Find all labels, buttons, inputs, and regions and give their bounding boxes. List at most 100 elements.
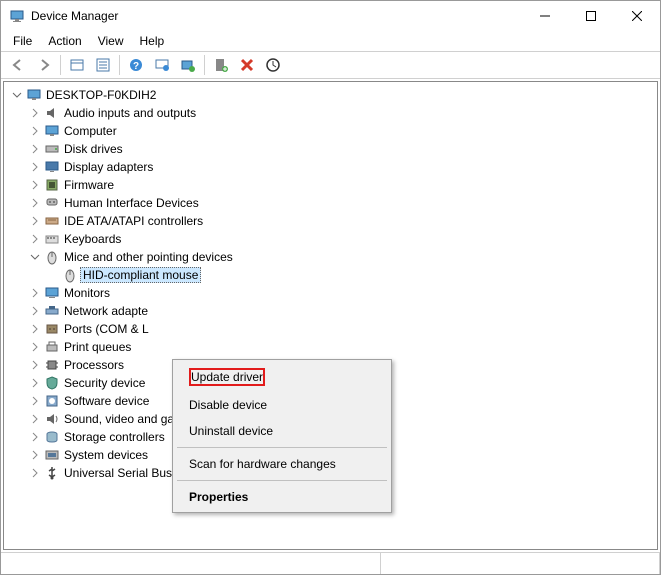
context-scan-hardware[interactable]: Scan for hardware changes — [175, 451, 389, 477]
system-icon — [44, 447, 60, 463]
tree-node[interactable]: Audio inputs and outputs — [6, 104, 655, 122]
expander-icon[interactable] — [28, 214, 42, 228]
expander-icon[interactable] — [28, 412, 42, 426]
scan-hardware-button[interactable] — [261, 53, 285, 77]
expander-icon[interactable] — [28, 340, 42, 354]
tree-leaf[interactable]: HID-compliant mouse — [6, 266, 655, 284]
tree-node-label: Processors — [62, 358, 126, 372]
expander-icon[interactable] — [28, 232, 42, 246]
ports-icon — [44, 321, 60, 337]
add-hardware-button[interactable] — [209, 53, 233, 77]
minimize-button[interactable] — [522, 1, 568, 31]
printer-icon — [44, 339, 60, 355]
expander-icon[interactable] — [28, 448, 42, 462]
expander-icon[interactable] — [28, 430, 42, 444]
tree-leaf-label: HID-compliant mouse — [80, 267, 201, 283]
highlight-box: Update driver — [189, 368, 265, 386]
expander-icon[interactable] — [28, 142, 42, 156]
expander-icon[interactable] — [28, 196, 42, 210]
show-hidden-button[interactable] — [65, 53, 89, 77]
context-properties[interactable]: Properties — [175, 484, 389, 510]
firmware-icon — [44, 177, 60, 193]
action-center-button[interactable] — [150, 53, 174, 77]
tree-node-label: Storage controllers — [62, 430, 167, 444]
tree-node-label: Disk drives — [62, 142, 125, 156]
app-icon — [9, 8, 25, 24]
tree-node-label: Audio inputs and outputs — [62, 106, 198, 120]
tree-node[interactable]: IDE ATA/ATAPI controllers — [6, 212, 655, 230]
device-manager-window: Device Manager File Action View Help ? D… — [0, 0, 661, 575]
window-controls — [522, 1, 660, 31]
properties-button[interactable] — [91, 53, 115, 77]
maximize-button[interactable] — [568, 1, 614, 31]
tree-node[interactable]: Computer — [6, 122, 655, 140]
help-button[interactable]: ? — [124, 53, 148, 77]
titlebar[interactable]: Device Manager — [1, 1, 660, 31]
uninstall-button[interactable] — [235, 53, 259, 77]
context-separator — [177, 480, 387, 481]
hid-icon — [44, 195, 60, 211]
context-disable-device[interactable]: Disable device — [175, 392, 389, 418]
statusbar — [1, 552, 660, 574]
expander-icon[interactable] — [28, 178, 42, 192]
expander-icon[interactable] — [28, 466, 42, 480]
tree-node[interactable]: Mice and other pointing devices — [6, 248, 655, 266]
expander-icon[interactable] — [28, 376, 42, 390]
menu-help[interactable]: Help — [132, 32, 173, 50]
forward-button[interactable] — [32, 53, 56, 77]
expander-icon[interactable] — [28, 250, 42, 264]
tree-root-label: DESKTOP-F0KDIH2 — [44, 88, 158, 102]
expander-icon[interactable] — [28, 358, 42, 372]
tree-node-label: Ports (COM & L — [62, 322, 151, 336]
cpu-icon — [44, 357, 60, 373]
tree-node-label: System devices — [62, 448, 150, 462]
mouse-icon — [62, 267, 78, 283]
update-driver-button[interactable] — [176, 53, 200, 77]
toolbar-separator — [119, 55, 120, 75]
expander-icon[interactable] — [28, 394, 42, 408]
menu-action[interactable]: Action — [40, 32, 89, 50]
tree-node[interactable]: Keyboards — [6, 230, 655, 248]
tree-node[interactable]: Display adapters — [6, 158, 655, 176]
tree-node[interactable]: Print queues — [6, 338, 655, 356]
tree-node[interactable]: Network adapte — [6, 302, 655, 320]
toolbar-separator — [60, 55, 61, 75]
window-title: Device Manager — [31, 9, 522, 23]
network-icon — [44, 303, 60, 319]
tree-node[interactable]: Monitors — [6, 284, 655, 302]
tree-node-label: Firmware — [62, 178, 116, 192]
tree-node[interactable]: Disk drives — [6, 140, 655, 158]
context-uninstall-device[interactable]: Uninstall device — [175, 418, 389, 444]
tree-node-label: Monitors — [62, 286, 112, 300]
context-separator — [177, 447, 387, 448]
sound-icon — [44, 411, 60, 427]
keyboard-icon — [44, 231, 60, 247]
tree-node-label: Mice and other pointing devices — [62, 250, 235, 264]
tree-node-label: Software device — [62, 394, 151, 408]
security-icon — [44, 375, 60, 391]
context-update-driver[interactable]: Update driver — [175, 362, 389, 392]
expander-icon[interactable] — [10, 88, 24, 102]
close-button[interactable] — [614, 1, 660, 31]
mouse-icon — [44, 249, 60, 265]
expander-icon[interactable] — [28, 124, 42, 138]
menu-file[interactable]: File — [5, 32, 40, 50]
expander-icon[interactable] — [28, 106, 42, 120]
device-tree[interactable]: DESKTOP-F0KDIH2 Audio inputs and outputs… — [3, 81, 658, 550]
computer-icon — [44, 123, 60, 139]
menu-view[interactable]: View — [90, 32, 132, 50]
tree-root[interactable]: DESKTOP-F0KDIH2 — [6, 86, 655, 104]
back-button[interactable] — [6, 53, 30, 77]
ide-icon — [44, 213, 60, 229]
expander-icon[interactable] — [28, 286, 42, 300]
expander-icon[interactable] — [28, 322, 42, 336]
computer-icon — [26, 87, 42, 103]
display-icon — [44, 159, 60, 175]
tree-node[interactable]: Firmware — [6, 176, 655, 194]
expander-icon[interactable] — [28, 160, 42, 174]
tree-node-label: Keyboards — [62, 232, 123, 246]
expander-icon[interactable] — [28, 304, 42, 318]
tree-node[interactable]: Human Interface Devices — [6, 194, 655, 212]
tree-node[interactable]: Ports (COM & L — [6, 320, 655, 338]
context-menu: Update driver Disable device Uninstall d… — [172, 359, 392, 513]
